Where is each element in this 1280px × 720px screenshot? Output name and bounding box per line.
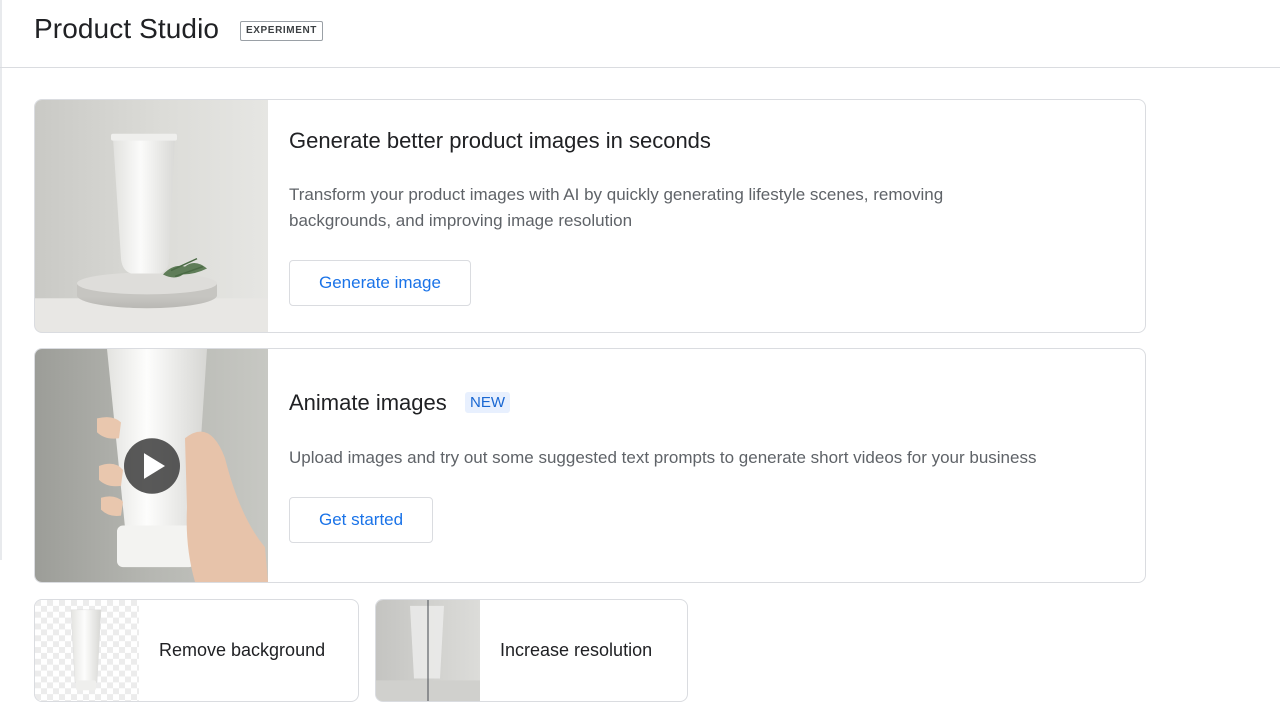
page-header: Product Studio EXPERIMENT: [0, 0, 1280, 68]
card-heading: Animate images: [289, 390, 447, 415]
new-badge: NEW: [465, 392, 510, 413]
page-title: Product Studio: [34, 13, 220, 44]
card-heading: Generate better product images in second…: [289, 128, 711, 153]
generate-image-card: Generate better product images in second…: [34, 99, 1146, 333]
increase-resolution-tile[interactable]: Increase resolution: [375, 599, 688, 702]
experiment-badge: EXPERIMENT: [240, 21, 324, 41]
product-studio-page: Product Studio EXPERIMENT Generate bette…: [0, 0, 1280, 720]
tile-label: Remove background: [159, 640, 326, 660]
left-divider: [0, 0, 2, 560]
get-started-button[interactable]: Get started: [289, 497, 434, 543]
card-description: Upload images and try out some suggested…: [289, 448, 1037, 467]
remove-background-tile[interactable]: Remove background: [34, 599, 359, 702]
tile-label: Increase resolution: [500, 640, 653, 660]
animate-images-card: Animate images NEW Upload images and try…: [34, 348, 1146, 583]
resolution-comparison-thumbnail: [376, 600, 480, 701]
hand-holding-tube-video-thumbnail[interactable]: [35, 349, 268, 582]
transparent-tube-thumbnail: [35, 600, 139, 701]
generate-image-button[interactable]: Generate image: [289, 260, 471, 306]
card-description: Transform your product images with AI by…: [289, 185, 944, 230]
product-tube-on-pedestal-image: [35, 100, 268, 332]
